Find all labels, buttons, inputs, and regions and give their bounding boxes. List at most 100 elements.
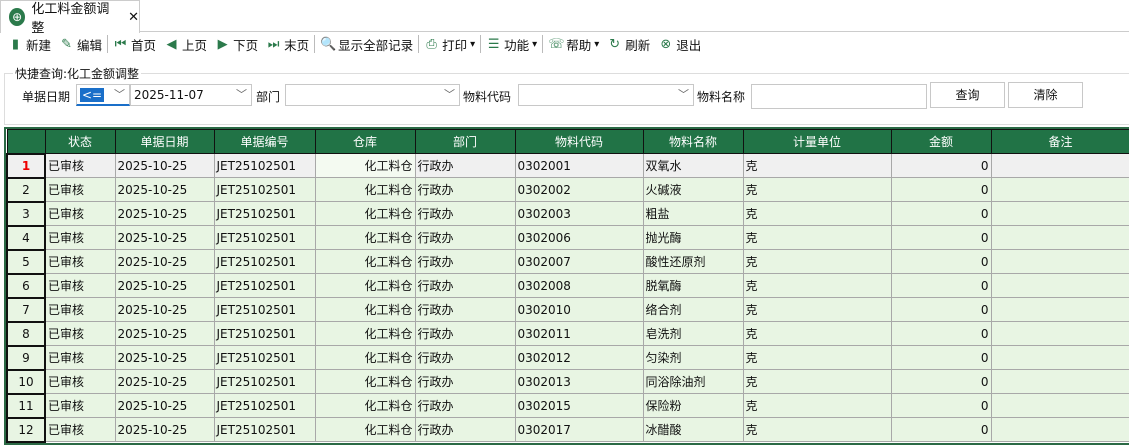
date-picker[interactable]: 2025-11-07 ﹀ (130, 84, 252, 106)
table-row[interactable]: 2 已审核 2025-10-25 JET25102501 化工料仓 行政办 0302002 火… (6, 176, 1129, 203)
table-row[interactable]: 3 已审核 2025-10-25 JET25102501 化工料仓 行政办 0302003 粗… (6, 200, 1129, 227)
name-input[interactable] (751, 84, 927, 109)
table-cell[interactable]: JET25102501 (213, 153, 316, 178)
close-icon[interactable]: ✕ (128, 10, 139, 25)
table-cell[interactable] (990, 273, 1129, 298)
table-cell[interactable]: 0302017 (514, 417, 644, 442)
table-cell[interactable]: 化工料仓 (314, 297, 416, 322)
row-number[interactable]: 4 (6, 224, 46, 251)
table-cell[interactable]: JET25102501 (213, 273, 316, 298)
table-cell[interactable]: 已审核 (44, 201, 116, 226)
table-cell[interactable]: 化工料仓 (314, 153, 416, 178)
table-cell[interactable]: 抛光酶 (642, 225, 744, 250)
table-cell[interactable]: 0 (890, 201, 992, 226)
table-cell[interactable]: 0302002 (514, 177, 644, 202)
toolbar-button-refresh[interactable]: ↻ 刷新 (603, 34, 654, 54)
column-header[interactable]: 备注 (990, 129, 1129, 154)
table-cell[interactable]: 克 (742, 417, 892, 442)
table-cell[interactable]: 0 (890, 177, 992, 202)
toolbar-button-edit[interactable]: ✎ 编辑 (55, 34, 106, 54)
table-cell[interactable]: 0 (890, 153, 992, 178)
table-cell[interactable]: 2025-10-25 (114, 417, 215, 442)
row-number[interactable]: 10 (6, 368, 46, 395)
table-cell[interactable] (990, 369, 1129, 394)
table-row[interactable]: 1 已审核 2025-10-25 JET25102501 化工料仓 行政办 0302001 双… (6, 152, 1129, 179)
date-operator-select[interactable]: <= ﹀ (76, 84, 130, 106)
table-cell[interactable]: 0 (890, 249, 992, 274)
toolbar-button-function[interactable]: ☰ 功能 ▾ (482, 34, 541, 54)
column-header[interactable]: 物料代码 (514, 129, 644, 154)
table-cell[interactable]: 行政办 (414, 249, 516, 274)
table-cell[interactable]: JET25102501 (213, 393, 316, 418)
table-cell[interactable]: 2025-10-25 (114, 273, 215, 298)
table-cell[interactable]: 2025-10-25 (114, 225, 215, 250)
table-row[interactable]: 12 已审核 2025-10-25 JET25102501 化工料仓 行政办 0302017… (6, 416, 1129, 443)
table-cell[interactable]: 2025-10-25 (114, 153, 215, 178)
column-header[interactable]: 计量单位 (742, 129, 892, 154)
tab-chemical-amount-adjust[interactable]: ⊕ 化工料金额调整 ✕ (0, 0, 140, 36)
table-cell[interactable]: 行政办 (414, 393, 516, 418)
table-cell[interactable]: 行政办 (414, 369, 516, 394)
table-row[interactable]: 8 已审核 2025-10-25 JET25102501 化工料仓 行政办 0302011 皂… (6, 320, 1129, 347)
table-cell[interactable]: 化工料仓 (314, 417, 416, 442)
table-cell[interactable]: 同浴除油剂 (642, 369, 744, 394)
table-cell[interactable]: 已审核 (44, 417, 116, 442)
table-cell[interactable] (990, 201, 1129, 226)
table-cell[interactable]: 行政办 (414, 225, 516, 250)
table-cell[interactable]: 2025-10-25 (114, 297, 215, 322)
new-button[interactable]: ▮ 新建 (4, 34, 55, 54)
table-cell[interactable]: 2025-10-25 (114, 201, 215, 226)
column-header[interactable]: 单据日期 (114, 129, 215, 154)
table-cell[interactable]: 络合剂 (642, 297, 744, 322)
table-cell[interactable]: 2025-10-25 (114, 393, 215, 418)
table-cell[interactable]: 行政办 (414, 177, 516, 202)
table-cell[interactable]: JET25102501 (213, 417, 316, 442)
table-cell[interactable]: 克 (742, 225, 892, 250)
table-cell[interactable]: 克 (742, 297, 892, 322)
row-number[interactable]: 7 (6, 296, 46, 323)
column-header[interactable]: 金额 (890, 129, 992, 154)
column-header[interactable]: 部门 (414, 129, 516, 154)
table-cell[interactable]: 0302001 (514, 153, 644, 178)
table-cell[interactable]: JET25102501 (213, 321, 316, 346)
table-cell[interactable]: 克 (742, 321, 892, 346)
table-cell[interactable]: 行政办 (414, 417, 516, 442)
table-cell[interactable]: 0 (890, 225, 992, 250)
column-header[interactable] (6, 129, 46, 154)
table-cell[interactable]: JET25102501 (213, 369, 316, 394)
toolbar-button-first-page[interactable]: ⏮ 首页 (109, 34, 160, 54)
table-cell[interactable]: 化工料仓 (314, 345, 416, 370)
table-cell[interactable]: 已审核 (44, 321, 116, 346)
table-cell[interactable] (990, 321, 1129, 346)
clear-button[interactable]: 清除 (1008, 82, 1083, 108)
table-cell[interactable]: 双氧水 (642, 153, 744, 178)
table-cell[interactable]: 克 (742, 201, 892, 226)
table-cell[interactable]: 0 (890, 273, 992, 298)
table-cell[interactable]: 0302012 (514, 345, 644, 370)
table-cell[interactable]: 化工料仓 (314, 393, 416, 418)
toolbar-button-help[interactable]: ☏ 帮助 ▾ (544, 34, 603, 54)
table-cell[interactable]: 化工料仓 (314, 177, 416, 202)
table-cell[interactable]: 火碱液 (642, 177, 744, 202)
table-cell[interactable]: JET25102501 (213, 177, 316, 202)
table-cell[interactable]: 0 (890, 393, 992, 418)
table-cell[interactable]: 克 (742, 345, 892, 370)
table-cell[interactable]: JET25102501 (213, 249, 316, 274)
table-cell[interactable]: 克 (742, 249, 892, 274)
table-cell[interactable]: 冰醋酸 (642, 417, 744, 442)
row-number[interactable]: 6 (6, 272, 46, 299)
column-header[interactable]: 单据编号 (213, 129, 316, 154)
table-cell[interactable]: 皂洗剂 (642, 321, 744, 346)
table-cell[interactable]: 克 (742, 273, 892, 298)
table-cell[interactable]: 0302013 (514, 369, 644, 394)
table-cell[interactable]: 已审核 (44, 369, 116, 394)
table-cell[interactable]: 行政办 (414, 345, 516, 370)
row-number[interactable]: 9 (6, 344, 46, 371)
table-cell[interactable] (990, 345, 1129, 370)
table-cell[interactable] (990, 177, 1129, 202)
row-number[interactable]: 3 (6, 200, 46, 227)
code-select[interactable]: ﹀ (518, 84, 694, 106)
table-cell[interactable]: JET25102501 (213, 225, 316, 250)
table-cell[interactable]: JET25102501 (213, 345, 316, 370)
table-cell[interactable]: 脱氧酶 (642, 273, 744, 298)
